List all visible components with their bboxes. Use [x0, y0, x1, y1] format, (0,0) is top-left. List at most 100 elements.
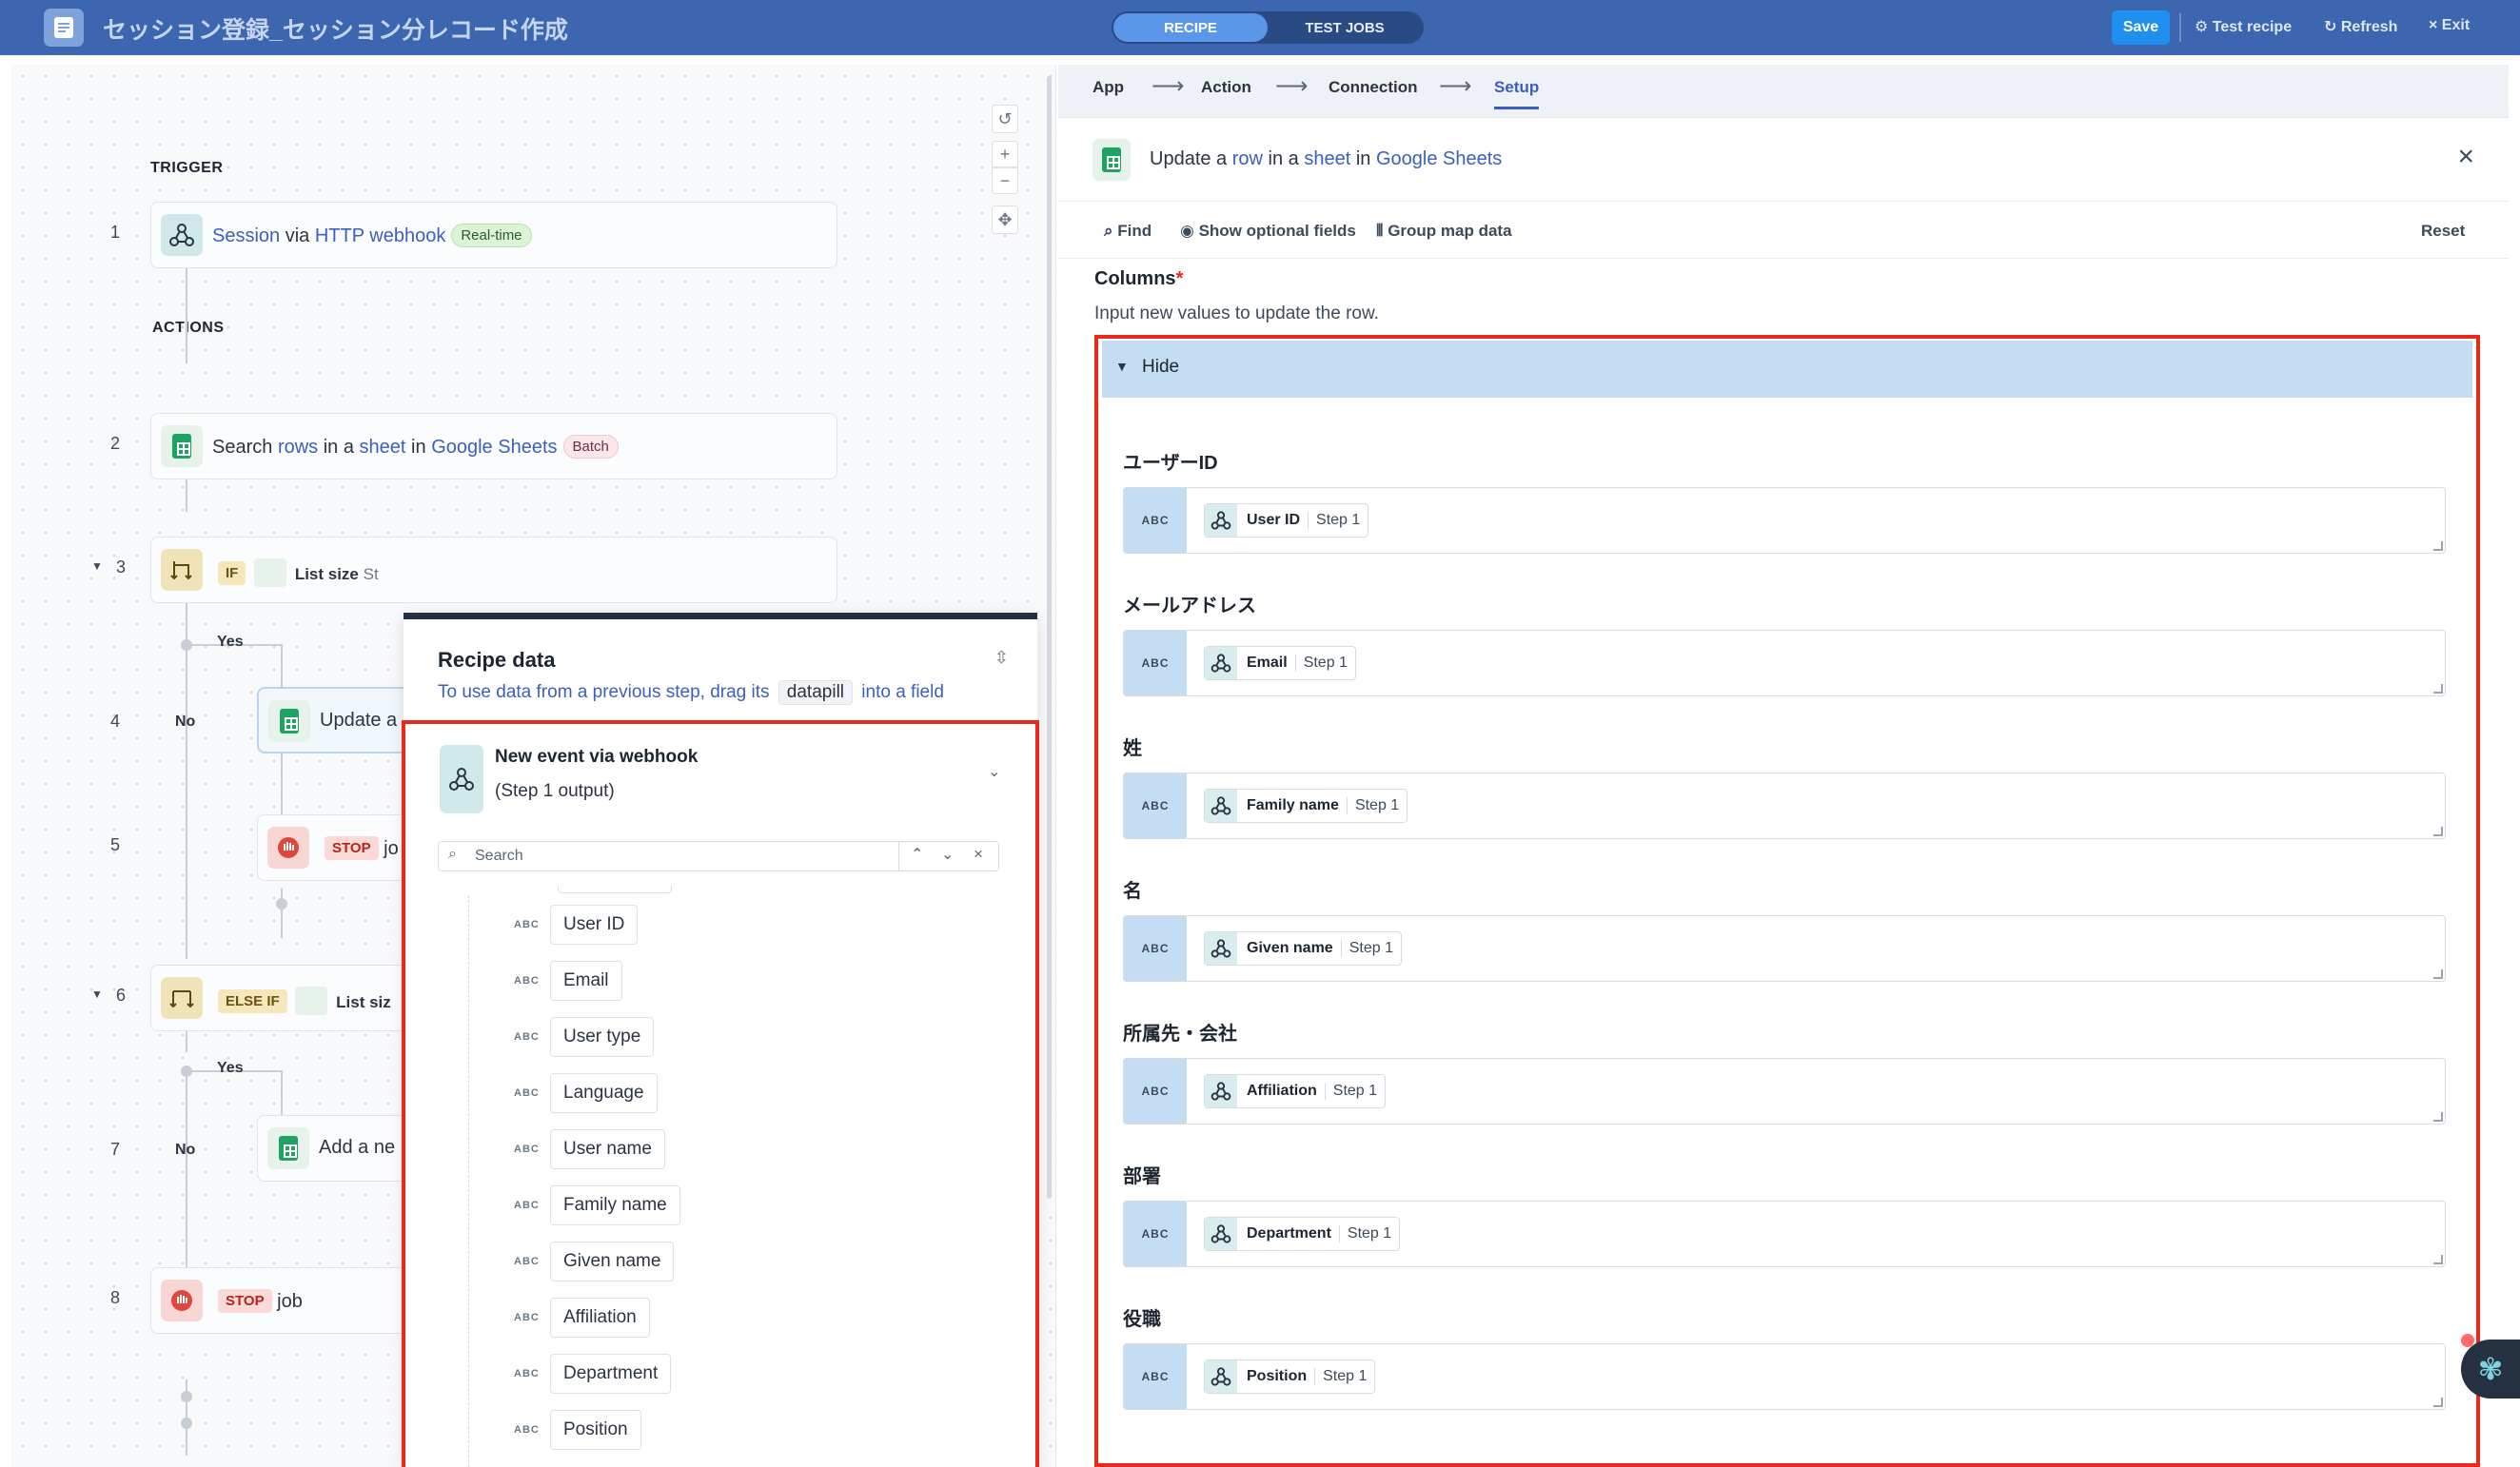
object-sheet[interactable]: sheet	[1304, 148, 1350, 169]
webhook-icon	[440, 745, 483, 813]
reset-view-icon[interactable]: ↺	[992, 105, 1018, 133]
canvas-scrollbar[interactable]	[1047, 76, 1052, 1199]
chevron-down-icon[interactable]: ⌄	[941, 845, 954, 864]
group-map-data-button[interactable]: ⦀ Group map data	[1376, 222, 1512, 241]
condition-text: List size	[294, 565, 359, 583]
exit-button[interactable]: × Exit	[2429, 17, 2470, 34]
zoom-out-icon[interactable]: −	[992, 167, 1018, 194]
search-field[interactable]: ⌕ Search ⌃ ⌄ ×	[438, 841, 999, 871]
collapse-panel-icon[interactable]: ⇳	[994, 648, 1009, 668]
datapill[interactable]: Family name Step 1	[1204, 789, 1408, 823]
crumb-connection[interactable]: Connection	[1329, 78, 1418, 97]
resize-handle-icon[interactable]	[2433, 1398, 2443, 1407]
mapping-input[interactable]: ABC User ID Step 1	[1123, 487, 2446, 554]
app-name[interactable]: Google Sheets	[1376, 148, 1502, 169]
resize-handle-icon[interactable]	[2433, 684, 2443, 694]
datapill[interactable]: Position Step 1	[1204, 1359, 1376, 1394]
step-number: 8	[109, 1288, 120, 1307]
step-2-card[interactable]: Search rows in a sheet in Google Sheets B…	[150, 413, 837, 479]
datapill-position[interactable]: ABC Position	[514, 1410, 641, 1450]
if-keyword: IF	[218, 561, 246, 585]
datapill-affiliation[interactable]: ABC Affiliation	[514, 1298, 650, 1338]
zoom-in-icon[interactable]: +	[992, 141, 1018, 167]
end-dot	[181, 1418, 192, 1429]
datapill-language[interactable]: ABC Language	[514, 1073, 658, 1113]
refresh-button[interactable]: ↻ Refresh	[2324, 17, 2397, 36]
mapping-input[interactable]: ABC Email Step 1	[1123, 630, 2446, 696]
google-sheets-icon	[295, 987, 328, 1015]
datapill-family-name[interactable]: ABC Family name	[514, 1185, 680, 1225]
hide-toggle[interactable]: ▼ Hide	[1102, 341, 2472, 398]
datapill-name: Affiliation	[1247, 1083, 1317, 1099]
save-button[interactable]: Save	[2112, 10, 2170, 45]
object-row[interactable]: row	[1232, 148, 1263, 169]
datapill-user-name[interactable]: ABC User name	[514, 1129, 665, 1169]
show-optional-fields-button[interactable]: ◉ Show optional fields	[1180, 222, 1356, 241]
mapping-input[interactable]: ABC Affiliation Step 1	[1123, 1058, 2446, 1125]
step-5-text: STOP jo	[319, 836, 399, 860]
chevron-down-icon[interactable]: ⌄	[988, 762, 1000, 781]
resize-handle-icon[interactable]	[2433, 541, 2443, 551]
wizard-breadcrumb: App ⟶ Action ⟶ Connection ⟶ Setup	[1058, 65, 2509, 118]
datapill[interactable]: Email Step 1	[1204, 646, 1356, 680]
datapill-step: Step 1	[1346, 797, 1407, 814]
recipe-canvas[interactable]: ↺ + − ✥ TRIGGER ACTIONS 1 2 3 ▼ 4 5 6 ▼ …	[11, 65, 1056, 1467]
mapping-input[interactable]: ABC Department Step 1	[1123, 1201, 2446, 1267]
trigger-name: Session	[212, 225, 281, 246]
datapill-step: Step 1	[1324, 1083, 1385, 1100]
datapill-email[interactable]: ABC Email	[514, 961, 622, 1001]
step-setup-panel: App ⟶ Action ⟶ Connection ⟶ Setup Update…	[1058, 65, 2509, 1467]
crumb-setup[interactable]: Setup	[1494, 78, 1540, 109]
resize-handle-icon[interactable]	[2433, 1112, 2443, 1122]
test-recipe-button[interactable]: ⚙ Test recipe	[2195, 17, 2292, 36]
google-sheets-icon	[161, 425, 203, 467]
type-label: ABC	[514, 1087, 540, 1099]
actions-label: ACTIONS	[152, 320, 225, 336]
datapill-given-name[interactable]: ABC Given name	[514, 1242, 675, 1281]
datapill[interactable]: Department Step 1	[1204, 1217, 1401, 1251]
close-icon[interactable]: ×	[2457, 141, 2474, 173]
datapill-department[interactable]: ABC Department	[514, 1354, 672, 1394]
chevron-up-icon[interactable]: ⌃	[911, 845, 923, 864]
clear-icon[interactable]: ×	[974, 845, 983, 864]
branch-yes-label: Yes	[217, 634, 244, 650]
tab-test-jobs[interactable]: TEST JOBS	[1268, 13, 1422, 42]
source-title[interactable]: New event via webhook	[495, 747, 698, 768]
type-label: ABC	[1124, 773, 1187, 838]
resize-handle-icon[interactable]	[2433, 1255, 2443, 1264]
step-3-text: IF List size St	[212, 558, 379, 587]
datapill[interactable]: User ID Step 1	[1204, 503, 1369, 538]
datapill-user-type[interactable]: ABC User type	[514, 1017, 655, 1057]
recipe-data-panel: Recipe data ⇳ To use data from a previou…	[402, 613, 1039, 1467]
type-label: ABC	[1124, 1059, 1187, 1124]
type-label: ABC	[1124, 1202, 1187, 1266]
recipe-data-title: Recipe data	[438, 648, 556, 672]
eye-icon: ◉	[1180, 222, 1199, 240]
collapse-icon[interactable]: ▼	[91, 988, 103, 1001]
refresh-label: Refresh	[2340, 19, 2398, 35]
datapill-label: Affiliation	[550, 1298, 650, 1338]
assistant-button[interactable]: ✾	[2461, 1340, 2520, 1399]
datapill[interactable]: Affiliation Step 1	[1204, 1074, 1387, 1108]
resize-handle-icon[interactable]	[2433, 827, 2443, 836]
mapping-input[interactable]: ABC Given name Step 1	[1123, 915, 2446, 982]
step-8-card[interactable]: STOP job	[150, 1267, 436, 1334]
datapill-label: Department	[550, 1354, 672, 1394]
tab-recipe[interactable]: RECIPE	[1113, 13, 1268, 42]
resize-handle-icon[interactable]	[2433, 969, 2443, 979]
step-1-card[interactable]: Session via HTTP webhook Real-time	[150, 202, 837, 268]
datapill[interactable]: Given name Step 1	[1204, 931, 1402, 966]
fit-view-icon[interactable]: ✥	[992, 205, 1018, 234]
mapping-input[interactable]: ABC Position Step 1	[1123, 1343, 2446, 1410]
type-label: ABC	[514, 1200, 540, 1211]
crumb-action[interactable]: Action	[1201, 78, 1251, 97]
reset-button[interactable]: Reset	[2421, 222, 2465, 241]
datapill-user-id[interactable]: ABC User ID	[514, 905, 639, 945]
collapse-icon[interactable]: ▼	[91, 559, 103, 573]
step-3-card[interactable]: IF List size St	[150, 537, 837, 603]
hide-label: Hide	[1142, 357, 1180, 377]
crumb-app[interactable]: App	[1093, 78, 1124, 97]
refresh-icon: ↻	[2324, 19, 2341, 35]
mapping-input[interactable]: ABC Family name Step 1	[1123, 773, 2446, 839]
find-button[interactable]: ⌕ Find	[1104, 222, 1152, 241]
